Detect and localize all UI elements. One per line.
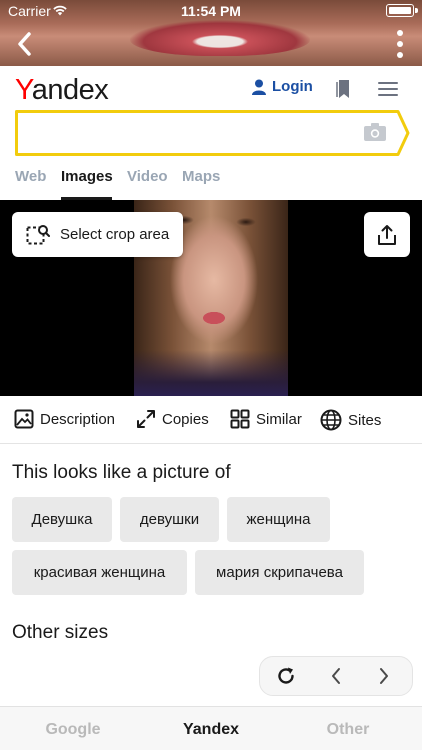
expand-icon bbox=[137, 410, 155, 428]
sites-label: Sites bbox=[348, 411, 382, 429]
battery-cap bbox=[415, 8, 418, 13]
photo-lower-detail bbox=[134, 350, 288, 396]
description-tab[interactable]: Description bbox=[14, 409, 115, 429]
crop-search-icon bbox=[26, 224, 50, 244]
other-sizes-heading: Other sizes bbox=[12, 622, 109, 643]
yandex-logo[interactable]: Yandex bbox=[15, 74, 109, 107]
share-icon bbox=[378, 224, 396, 245]
sizes-pager bbox=[259, 656, 413, 696]
looks-like-heading: This looks like a picture of bbox=[12, 462, 231, 483]
dot-icon bbox=[397, 41, 403, 47]
tab-video[interactable]: Video bbox=[127, 168, 168, 185]
menu-line bbox=[378, 82, 398, 84]
camera-icon[interactable] bbox=[364, 123, 386, 141]
tag-chip[interactable]: Девушка bbox=[12, 497, 112, 542]
search-tabs: Web Images Video Maps bbox=[0, 164, 422, 200]
description-label: Description bbox=[40, 410, 116, 428]
grid-icon bbox=[230, 409, 250, 429]
copies-tab[interactable]: Copies bbox=[136, 409, 209, 429]
bottom-tab-google[interactable]: Google bbox=[23, 721, 123, 739]
share-button[interactable] bbox=[364, 212, 410, 257]
similar-label: Similar bbox=[256, 410, 302, 428]
logo-rest: andex bbox=[31, 74, 109, 106]
more-options-button[interactable] bbox=[390, 30, 410, 58]
sites-tab[interactable]: Sites bbox=[320, 409, 381, 431]
dot-icon bbox=[397, 52, 403, 58]
menu-line bbox=[378, 88, 398, 90]
login-label: Login bbox=[272, 78, 313, 95]
menu-line bbox=[378, 94, 398, 96]
tag-chip[interactable]: девушки bbox=[120, 497, 219, 542]
battery-icon bbox=[386, 4, 414, 17]
login-button[interactable]: Login bbox=[252, 78, 313, 95]
bottom-tab-yandex[interactable]: Yandex bbox=[161, 721, 261, 739]
globe-icon bbox=[320, 409, 342, 431]
search-input[interactable] bbox=[21, 116, 361, 150]
clock: 11:54 PM bbox=[181, 3, 241, 19]
logo-first-letter: Y bbox=[15, 74, 32, 106]
yandex-header: Yandex Login Web Images Video Maps bbox=[0, 66, 422, 200]
bookmarks-icon[interactable] bbox=[336, 79, 352, 99]
image-icon bbox=[14, 409, 34, 429]
chevron-left-icon bbox=[18, 32, 31, 56]
back-button[interactable] bbox=[10, 28, 38, 60]
tag-chip[interactable]: красивая женщина bbox=[12, 550, 187, 595]
refresh-icon[interactable] bbox=[276, 666, 296, 686]
user-icon bbox=[252, 79, 266, 95]
tab-maps[interactable]: Maps bbox=[182, 168, 220, 185]
search-box bbox=[15, 110, 410, 156]
action-tabs: Description Copies Similar Sites bbox=[0, 396, 422, 444]
crop-button-label: Select crop area bbox=[60, 226, 170, 243]
bottom-tab-bar: Google Yandex Other bbox=[0, 706, 422, 750]
tab-web[interactable]: Web bbox=[15, 168, 46, 185]
results-panel: Description Copies Similar Sites This lo… bbox=[0, 396, 422, 706]
banner-photo-detail bbox=[130, 20, 310, 56]
bottom-tab-other[interactable]: Other bbox=[298, 721, 398, 739]
chevron-right-icon[interactable] bbox=[378, 667, 390, 685]
hamburger-menu-icon[interactable] bbox=[378, 82, 398, 96]
select-crop-area-button[interactable]: Select crop area bbox=[12, 212, 183, 257]
tag-chip[interactable]: мария скрипачева bbox=[195, 550, 364, 595]
similar-tab[interactable]: Similar bbox=[230, 409, 302, 429]
copies-label: Copies bbox=[162, 410, 209, 428]
tag-chip[interactable]: женщина bbox=[227, 497, 330, 542]
tab-images[interactable]: Images bbox=[61, 168, 113, 185]
status-bar: Carrier 11:54 PM bbox=[0, 0, 422, 22]
chevron-left-icon[interactable] bbox=[330, 667, 342, 685]
dot-icon bbox=[397, 30, 403, 36]
